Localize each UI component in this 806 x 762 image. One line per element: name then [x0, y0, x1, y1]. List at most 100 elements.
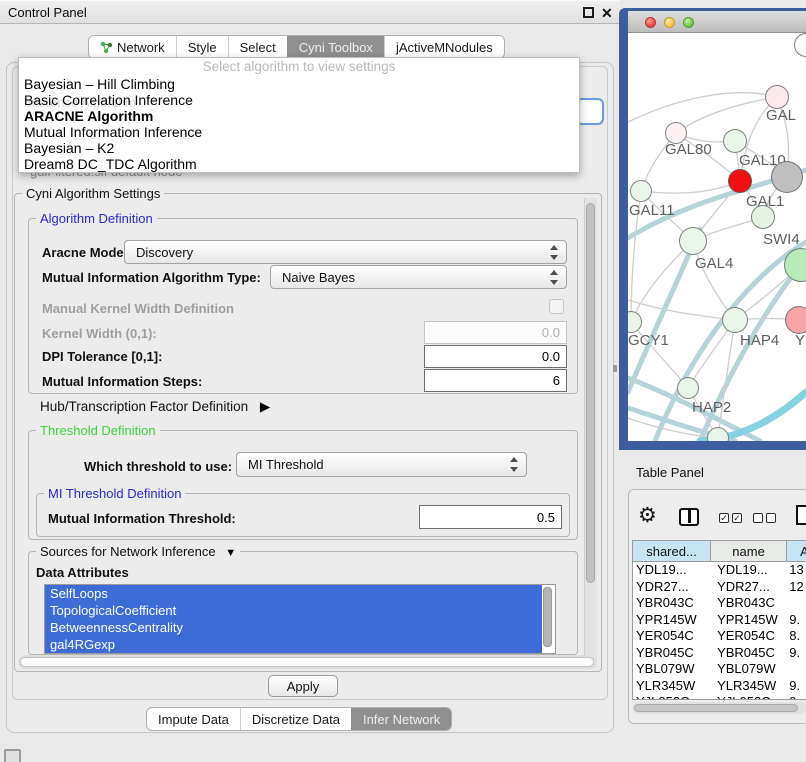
sources-title[interactable]: Sources for Network Inference ▼: [36, 544, 240, 559]
minimize-traffic-light-icon[interactable]: [664, 17, 675, 28]
table-cell: YDL19...: [711, 562, 787, 579]
tab-label: Impute Data: [158, 712, 229, 727]
node-label-gal4: GAL4: [695, 255, 733, 272]
attribute-list-scrollbar[interactable]: [543, 587, 552, 647]
network-node[interactable]: [751, 205, 775, 229]
control-panel-tabs: NetworkStyleSelect Cyni Toolbox jActiveMNo…: [88, 35, 505, 59]
hidden-panel-icon[interactable]: [4, 749, 21, 762]
tab-label: Infer Network: [363, 712, 440, 727]
algorithm-option-mutual-information-inference[interactable]: Mutual Information Inference: [19, 124, 579, 140]
table-row[interactable]: YLR345WYLR345W9.: [633, 678, 806, 695]
attribute-item-gal4rgexp[interactable]: gal4RGexp: [45, 636, 542, 653]
tab-jactivemnodules[interactable]: jActiveMNodules: [384, 36, 504, 58]
cyni-bottom-tabs: Impute Data Discretize Data Infer Network: [146, 707, 452, 731]
algorithm-option-dream8-dc-tdc-algorithm[interactable]: Dream8 DC_TDC Algorithm: [19, 156, 579, 172]
algorithm-option-bayesian-hill-climbing[interactable]: Bayesian – Hill Climbing: [19, 76, 579, 92]
float-panel-icon[interactable]: [583, 7, 594, 18]
column-header-shared[interactable]: shared...: [633, 541, 711, 562]
tab-network[interactable]: Network: [89, 36, 176, 58]
network-node-y[interactable]: [785, 306, 806, 334]
tab-select[interactable]: Select: [228, 36, 287, 58]
node-label-gal80: GAL80: [665, 141, 712, 158]
settings-vertical-scrollbar-thumb[interactable]: [586, 203, 595, 583]
data-attributes-list[interactable]: SelfLoopsTopologicalCoefficientBetweenne…: [44, 584, 556, 654]
kernel-width-label: Kernel Width (0,1):: [42, 326, 157, 341]
node-label-hap2: HAP2: [692, 399, 731, 416]
network-node-gal1[interactable]: [728, 169, 752, 193]
network-node-gal4[interactable]: [679, 227, 707, 255]
table-row[interactable]: YDL19...YDL19...13: [633, 562, 806, 579]
mi-type-select[interactable]: Naive Bayes: [270, 265, 567, 289]
dpi-tolerance-label: DPI Tolerance [0,1]:: [42, 349, 162, 364]
deselect-all-checkbox-icon[interactable]: [766, 513, 776, 523]
table-options-gear-icon[interactable]: ⚙: [638, 504, 657, 528]
tab-infer-network[interactable]: Infer Network: [351, 708, 451, 730]
table-row[interactable]: YJL052CYJL052C9: [633, 694, 806, 700]
split-pane-handle[interactable]: [613, 365, 617, 372]
node-label-y: Y: [795, 332, 805, 349]
mi-threshold-field[interactable]: 0.5: [419, 505, 562, 529]
data-attributes-label: Data Attributes: [36, 565, 129, 580]
settings-horizontal-scrollbar-thumb[interactable]: [20, 657, 594, 667]
node-attribute-table[interactable]: shared...nameA YDL19...YDL19...13YDR27..…: [632, 540, 806, 700]
attribute-item-betweennesscentrality[interactable]: BetweennessCentrality: [45, 619, 542, 636]
table-row[interactable]: YBR045CYBR045C9.: [633, 645, 806, 662]
mi-type-label: Mutual Information Algorithm Type:: [42, 270, 261, 285]
tab-label: Cyni Toolbox: [299, 40, 373, 55]
dpi-tolerance-field[interactable]: 0.0: [424, 345, 567, 368]
manual-kernel-checkbox[interactable]: [549, 299, 564, 314]
attribute-item-selfloops[interactable]: SelfLoops: [45, 585, 542, 602]
tab-discretize-data[interactable]: Discretize Data: [240, 708, 351, 730]
export-table-page-icon[interactable]: [796, 505, 806, 525]
table-cell: YPR145W: [711, 612, 787, 629]
tab-cyni-toolbox[interactable]: Cyni Toolbox: [287, 36, 384, 58]
table-cell: YDL19...: [633, 562, 711, 579]
algorithm-option-aracne-algorithm[interactable]: ARACNE Algorithm: [19, 108, 579, 124]
node-label-gcy1: GCY1: [628, 332, 669, 349]
select-all-checkbox-icon[interactable]: ✓: [732, 513, 742, 523]
network-node-gal10[interactable]: [723, 129, 747, 153]
algorithm-dropdown[interactable]: Select algorithm to view settings Bayesi…: [18, 57, 580, 173]
attribute-item-topologicalcoefficient[interactable]: TopologicalCoefficient: [45, 602, 542, 619]
mi-threshold-title: MI Threshold Definition: [44, 486, 185, 501]
column-visibility-icon[interactable]: [679, 508, 699, 526]
apply-button[interactable]: Apply: [268, 675, 338, 697]
select-all-checkbox-icon[interactable]: ✓: [719, 513, 729, 523]
algorithm-option-bayesian-k2[interactable]: Bayesian – K2: [19, 140, 579, 156]
hub-expander[interactable]: Hub/Transcription Factor Definition ▶: [40, 399, 270, 415]
network-node[interactable]: [771, 161, 803, 193]
which-threshold-value: MI Threshold: [248, 457, 324, 472]
table-cell: 12: [787, 579, 806, 596]
network-canvas[interactable]: GALGAL80GAL10GAL1GAL11GAL4SWI4GCY1HAP4YH…: [628, 33, 806, 441]
close-traffic-light-icon[interactable]: [645, 17, 656, 28]
table-row[interactable]: YBR043CYBR043C: [633, 595, 806, 612]
deselect-all-checkbox-icon[interactable]: [753, 513, 763, 523]
column-header-name[interactable]: name: [711, 541, 787, 562]
table-row[interactable]: YBL079WYBL079W: [633, 661, 806, 678]
expander-expanded-icon: ▼: [225, 547, 236, 559]
tab-impute-data[interactable]: Impute Data: [147, 708, 240, 730]
table-cell: YER054C: [633, 628, 711, 645]
table-cell: YBR045C: [711, 645, 787, 662]
kernel-width-field: 0.0: [424, 321, 567, 344]
close-icon[interactable]: ✕: [601, 3, 613, 23]
network-node-hap2[interactable]: [677, 377, 699, 399]
table-row[interactable]: YDR27...YDR27...12: [633, 579, 806, 596]
which-threshold-select[interactable]: MI Threshold: [236, 452, 527, 477]
table-cell: 8.: [787, 628, 806, 645]
network-node-hap4[interactable]: [722, 307, 748, 333]
aracne-mode-select[interactable]: Discovery: [124, 240, 567, 264]
node-label-gal: GAL: [766, 107, 796, 124]
table-row[interactable]: YPR145WYPR145W9.: [633, 612, 806, 629]
mi-steps-field[interactable]: 6: [424, 369, 567, 392]
table-horizontal-scrollbar-thumb[interactable]: [634, 704, 798, 712]
table-cell: 9.: [787, 645, 806, 662]
column-header-a[interactable]: A: [787, 541, 806, 562]
node-label-swi4: SWI4: [763, 231, 800, 248]
table-row[interactable]: YER054CYER054C8.: [633, 628, 806, 645]
zoom-traffic-light-icon[interactable]: [683, 17, 694, 28]
tab-style[interactable]: Style: [176, 36, 228, 58]
network-node-gal[interactable]: [765, 85, 789, 109]
table-cell: YDR27...: [711, 579, 787, 596]
network-node-gal11[interactable]: [630, 180, 652, 202]
